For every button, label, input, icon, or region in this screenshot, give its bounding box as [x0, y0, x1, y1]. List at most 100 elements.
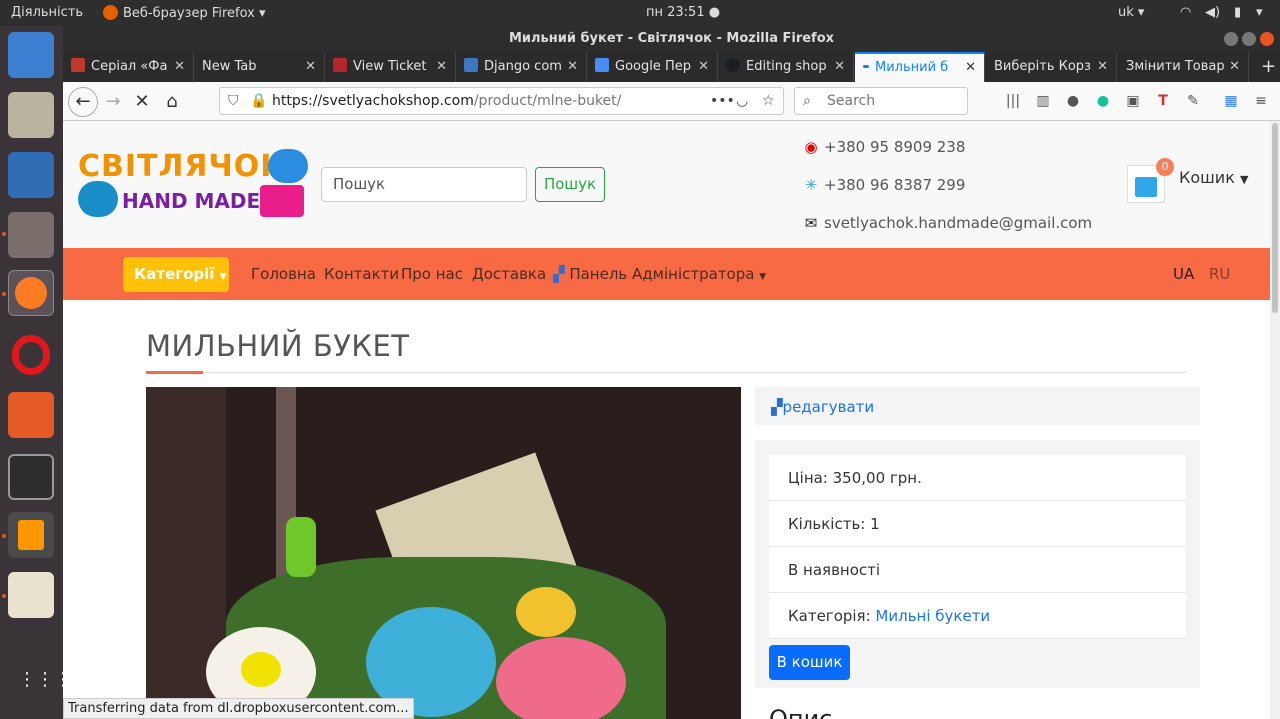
- lock-warning-icon[interactable]: 🔒: [250, 88, 267, 114]
- extensions-icon[interactable]: ▦: [1222, 92, 1240, 110]
- eyedropper-icon[interactable]: ✎: [1184, 92, 1202, 110]
- battery-icon[interactable]: ▮: [1234, 5, 1241, 20]
- scrollbar-thumb[interactable]: [1272, 123, 1278, 313]
- menu-home[interactable]: Головна: [251, 265, 316, 283]
- tab-favicon-icon: [71, 58, 85, 72]
- library-icon[interactable]: |||: [1004, 92, 1022, 110]
- tab[interactable]: Google Пер ✕: [587, 52, 718, 82]
- dock: ⋮⋮⋮: [0, 26, 72, 719]
- tab-favicon-icon: [464, 58, 478, 72]
- tab[interactable]: Змінити Товар ✕: [1118, 52, 1249, 82]
- app-menu[interactable]: Веб-браузер Firefox ▾: [103, 5, 266, 21]
- tab[interactable]: Серіал «Фа ✕: [63, 52, 194, 82]
- close-tab-icon[interactable]: ✕: [567, 52, 578, 82]
- sidebar-icon[interactable]: ▥: [1034, 92, 1052, 110]
- system-menu-arrow-icon[interactable]: ▾: [1256, 5, 1263, 20]
- tab[interactable]: New Tab ✕: [194, 52, 325, 82]
- tab[interactable]: Editing shop ✕: [718, 52, 854, 82]
- close-tab-icon[interactable]: ✕: [1097, 52, 1108, 82]
- maximize-button[interactable]: [1242, 32, 1256, 46]
- stop-button[interactable]: ✕: [131, 91, 153, 113]
- close-tab-icon[interactable]: ✕: [834, 52, 845, 82]
- lang-ru[interactable]: RU: [1209, 265, 1230, 283]
- screenshot-icon[interactable]: ▣: [1124, 92, 1142, 110]
- flower-icon: [78, 181, 118, 217]
- caret-down-icon: ▼: [759, 272, 767, 282]
- files-icon[interactable]: [8, 212, 54, 258]
- minimize-button[interactable]: [1224, 32, 1238, 46]
- volume-icon[interactable]: ◀): [1205, 5, 1220, 20]
- quantity-row: Кількість: 1: [769, 501, 1186, 547]
- firefox-dock-icon[interactable]: [8, 270, 54, 316]
- product-image[interactable]: [146, 387, 741, 719]
- price-row: Ціна: 350,00 грн.: [769, 455, 1186, 501]
- activities-button[interactable]: Діяльність: [11, 5, 83, 20]
- shield-icon[interactable]: ⛉: [228, 88, 239, 114]
- menu-contacts[interactable]: Контакти: [324, 265, 399, 283]
- grammarly-icon[interactable]: ●: [1094, 92, 1112, 110]
- opera-icon[interactable]: [8, 332, 54, 378]
- lang-ua[interactable]: UA: [1173, 265, 1194, 283]
- site-search-input[interactable]: Пошук: [321, 167, 527, 202]
- close-tab-icon[interactable]: ✕: [174, 52, 185, 82]
- text-editor-icon[interactable]: [8, 572, 54, 618]
- browser-search-input[interactable]: ⌕ Search: [794, 87, 968, 115]
- edit-product-link[interactable]: ▞редагувати: [771, 398, 874, 416]
- category-link[interactable]: Мильні букети: [875, 607, 990, 625]
- close-tab-icon[interactable]: ✕: [436, 52, 447, 82]
- url-bar[interactable]: ⛉ 🔒 https://svetlyachokshop.com/product/…: [219, 87, 784, 115]
- add-to-cart-button[interactable]: В кошик: [769, 645, 850, 680]
- sublime-text-icon[interactable]: [8, 512, 54, 558]
- clock[interactable]: пн 23:51 ●: [646, 5, 720, 20]
- new-tab-button[interactable]: +: [1253, 52, 1280, 82]
- text-extension-icon[interactable]: T: [1154, 92, 1172, 110]
- close-tab-icon[interactable]: ✕: [965, 54, 976, 82]
- show-apps-icon[interactable]: ⋮⋮⋮: [8, 666, 72, 712]
- terminal-icon[interactable]: [8, 454, 54, 500]
- site-header: СВІТЛЯЧОК HAND MADE Пошук Пошук ◉ +380 95…: [63, 121, 1270, 248]
- close-tab-icon[interactable]: ✕: [698, 52, 709, 82]
- site-search-button[interactable]: Пошук: [535, 167, 605, 202]
- forward-button[interactable]: →: [102, 91, 124, 113]
- categories-dropdown[interactable]: Категорії ▼: [123, 257, 229, 292]
- hamburger-menu-icon[interactable]: ≡: [1252, 92, 1270, 110]
- phone-vodafone[interactable]: ◉ +380 95 8909 238: [801, 138, 965, 156]
- tab[interactable]: Django com ✕: [456, 52, 587, 82]
- tab-favicon-icon: [595, 58, 609, 72]
- language-indicator[interactable]: uk ▾: [1118, 5, 1144, 20]
- search-icon: ⌕: [803, 93, 811, 109]
- tab-favicon-icon: [333, 58, 347, 72]
- page-actions-icon[interactable]: •••: [710, 88, 735, 114]
- system-top-bar: Діяльність Веб-браузер Firefox ▾ пн 23:5…: [0, 0, 1280, 26]
- close-tab-icon[interactable]: ✕: [1229, 52, 1240, 82]
- tab-active[interactable]: Мильний б ✕: [855, 52, 985, 82]
- phone-kyivstar[interactable]: ✳ +380 96 8387 299: [801, 176, 966, 194]
- site-logo[interactable]: СВІТЛЯЧОК HAND MADE: [78, 149, 308, 219]
- page-scrollbar[interactable]: [1270, 121, 1280, 719]
- close-window-button[interactable]: [1260, 32, 1274, 46]
- menu-delivery[interactable]: Доставка: [472, 265, 546, 283]
- window-title: Мильний букет - Світлячок - Mozilla Fire…: [63, 26, 1280, 52]
- tab[interactable]: View Ticket ✕: [325, 52, 456, 82]
- writer-icon[interactable]: [8, 152, 54, 198]
- menu-about[interactable]: Про нас: [401, 265, 463, 283]
- cart-count-badge: 0: [1156, 158, 1174, 176]
- wifi-icon[interactable]: ◠: [1180, 5, 1191, 20]
- software-center-icon[interactable]: [8, 392, 54, 438]
- tab[interactable]: Виберіть Корз ✕: [986, 52, 1117, 82]
- close-tab-icon[interactable]: ✕: [305, 52, 316, 82]
- home-button[interactable]: ⌂: [161, 91, 183, 113]
- product-info-panel: Ціна: 350,00 грн. Кількість: 1 В наявнос…: [755, 440, 1200, 688]
- bookmark-star-icon[interactable]: ☆: [762, 88, 775, 114]
- product-title: МИЛЬНИЙ БУКЕТ: [146, 329, 410, 363]
- web-page: СВІТЛЯЧОК HAND MADE Пошук Пошук ◉ +380 95…: [63, 121, 1270, 719]
- status-bar: Transferring data from dl.dropboxusercon…: [63, 698, 414, 719]
- menu-admin-panel[interactable]: ▞ Панель Адміністратора ▼: [553, 265, 766, 283]
- rhythmbox-icon[interactable]: [8, 92, 54, 138]
- pocket-icon[interactable]: ◡: [736, 88, 748, 114]
- thunderbird-icon[interactable]: [8, 32, 54, 78]
- back-button[interactable]: ←: [68, 87, 98, 117]
- email-contact[interactable]: ✉ svetlyachok.handmade@gmail.com: [801, 214, 1092, 232]
- account-icon[interactable]: ●: [1064, 92, 1082, 110]
- cart-dropdown[interactable]: Кошик ▼: [1179, 168, 1248, 187]
